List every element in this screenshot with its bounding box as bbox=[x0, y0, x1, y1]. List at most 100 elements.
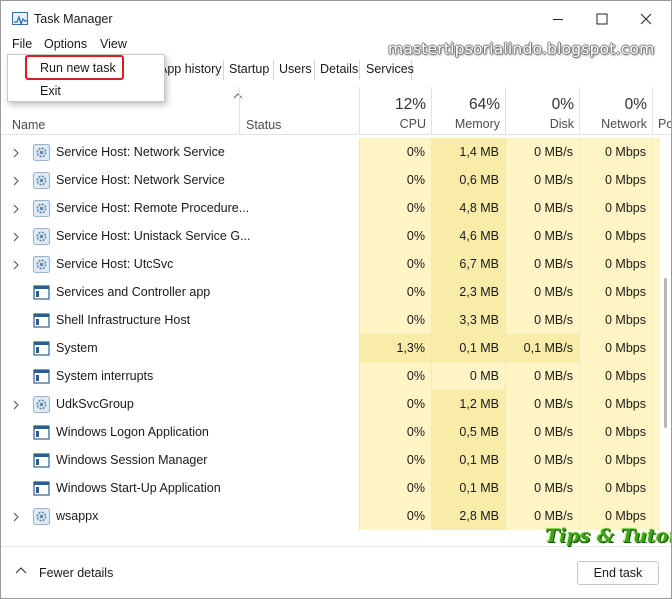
process-row[interactable]: Services and Controller app 0% 2,3 MB 0 MB/… bbox=[1, 278, 660, 306]
memory-cell: 0,1 MB bbox=[431, 446, 505, 474]
process-name: System interrupts bbox=[56, 369, 154, 383]
memory-cell: 6,7 MB bbox=[431, 250, 505, 278]
process-name: Service Host: UtcSvc bbox=[56, 257, 174, 271]
process-row[interactable]: Service Host: Network Service 0% 0,6 MB 0 M… bbox=[1, 166, 660, 194]
network-cell: 0 Mbps bbox=[579, 418, 652, 446]
network-cell: 0 Mbps bbox=[579, 166, 652, 194]
process-name: Services and Controller app bbox=[56, 285, 211, 299]
window-icon bbox=[33, 284, 50, 301]
tab-app-history[interactable]: App history bbox=[156, 60, 222, 80]
memory-cell: 0,5 MB bbox=[431, 418, 505, 446]
power-label: Po bbox=[658, 117, 671, 131]
disk-cell: 0 MB/s bbox=[505, 278, 579, 306]
chevron-right-icon[interactable] bbox=[13, 203, 19, 217]
disk-cell: 0 MB/s bbox=[505, 138, 579, 166]
memory-cell: 1,2 MB bbox=[431, 390, 505, 418]
process-row[interactable]: Windows Logon Application 0% 0,5 MB 0 MB/s 0… bbox=[1, 418, 660, 446]
process-row[interactable]: Service Host: Network Service 0% 1,4 MB 0 M… bbox=[1, 138, 660, 166]
menu-view[interactable]: View bbox=[100, 37, 127, 51]
vertical-scrollbar[interactable] bbox=[659, 138, 671, 531]
cpu-cell: 0% bbox=[359, 446, 431, 474]
gear-icon bbox=[33, 228, 50, 245]
process-name: Windows Session Manager bbox=[56, 453, 208, 467]
network-label: Network bbox=[601, 117, 647, 131]
chevron-right-icon[interactable] bbox=[13, 399, 19, 413]
process-row[interactable]: Shell Infrastructure Host 0% 3,3 MB 0 MB/s 0… bbox=[1, 306, 660, 334]
process-list: Service Host: Network Service 0% 1,4 MB 0 M… bbox=[1, 138, 671, 531]
process-row[interactable]: Windows Session Manager 0% 0,1 MB 0 MB/s 0 M… bbox=[1, 446, 660, 474]
cpu-cell: 0% bbox=[359, 222, 431, 250]
process-row[interactable]: Service Host: Remote Procedure... 0% 4,8 M… bbox=[1, 194, 660, 222]
cpu-cell: 0% bbox=[359, 362, 431, 390]
fewer-details-link[interactable]: Fewer details bbox=[39, 566, 113, 580]
tab-users[interactable]: Users bbox=[273, 60, 313, 80]
disk-cell: 0 MB/s bbox=[505, 250, 579, 278]
column-name[interactable]: Name bbox=[12, 118, 45, 132]
window-icon bbox=[33, 424, 50, 441]
network-cell: 0 Mbps bbox=[579, 278, 652, 306]
chevron-up-icon[interactable] bbox=[15, 566, 27, 574]
tab-details[interactable]: Details bbox=[314, 60, 358, 80]
end-task-button[interactable]: End task bbox=[577, 561, 659, 585]
network-cell: 0 Mbps bbox=[579, 194, 652, 222]
process-row[interactable]: Service Host: Unistack Service G... 0% 4,6… bbox=[1, 222, 660, 250]
memory-percent: 64% bbox=[468, 96, 500, 113]
column-status: Status bbox=[246, 118, 282, 132]
window-icon bbox=[33, 368, 50, 385]
network-cell: 0 Mbps bbox=[579, 306, 652, 334]
menu-options[interactable]: Options bbox=[44, 37, 87, 51]
window-icon bbox=[33, 340, 50, 357]
process-row[interactable]: Windows Start-Up Application 0% 0,1 MB 0 MB… bbox=[1, 474, 660, 502]
process-row[interactable]: Service Host: UtcSvc 0% 6,7 MB 0 MB/s 0 Mbps bbox=[1, 250, 660, 278]
network-cell: 0 Mbps bbox=[579, 138, 652, 166]
process-row[interactable]: System 1,3% 0,1 MB 0,1 MB/s 0 Mbps bbox=[1, 334, 660, 362]
cpu-cell: 0% bbox=[359, 390, 431, 418]
disk-cell: 0 MB/s bbox=[505, 222, 579, 250]
chevron-right-icon[interactable] bbox=[13, 231, 19, 245]
column-status-header[interactable]: Status bbox=[239, 87, 359, 135]
minimize-button[interactable] bbox=[535, 1, 579, 35]
memory-cell: 4,8 MB bbox=[431, 194, 505, 222]
cpu-cell: 0% bbox=[359, 306, 431, 334]
disk-cell: 0 MB/s bbox=[505, 474, 579, 502]
network-cell: 0 Mbps bbox=[579, 446, 652, 474]
cpu-cell: 0% bbox=[359, 502, 431, 530]
chevron-right-icon[interactable] bbox=[13, 147, 19, 161]
chevron-right-icon[interactable] bbox=[13, 511, 19, 525]
window-title: Task Manager bbox=[34, 12, 113, 26]
column-disk-header[interactable]: 0% Disk bbox=[505, 87, 579, 135]
memory-cell: 2,8 MB bbox=[431, 502, 505, 530]
exit-menu-item[interactable]: Exit bbox=[40, 84, 61, 98]
tab-startup[interactable]: Startup bbox=[223, 60, 272, 80]
network-cell: 0 Mbps bbox=[579, 222, 652, 250]
disk-cell: 0 MB/s bbox=[505, 306, 579, 334]
tab-services[interactable]: Services bbox=[359, 60, 414, 80]
disk-cell: 0 MB/s bbox=[505, 166, 579, 194]
column-memory-header[interactable]: 64% Memory bbox=[431, 87, 505, 135]
title-bar[interactable]: Task Manager bbox=[1, 1, 671, 35]
window-icon bbox=[33, 480, 50, 497]
process-row[interactable]: System interrupts 0% 0 MB 0 MB/s 0 Mbps bbox=[1, 362, 660, 390]
process-name: Windows Start-Up Application bbox=[56, 481, 221, 495]
memory-cell: 2,3 MB bbox=[431, 278, 505, 306]
chevron-right-icon[interactable] bbox=[13, 175, 19, 189]
disk-cell: 0 MB/s bbox=[505, 446, 579, 474]
disk-cell: 0 MB/s bbox=[505, 418, 579, 446]
column-power-header[interactable]: Po bbox=[652, 87, 671, 135]
maximize-icon bbox=[596, 13, 608, 25]
maximize-button[interactable] bbox=[579, 1, 623, 35]
close-icon bbox=[640, 13, 652, 25]
menu-file[interactable]: File bbox=[12, 37, 32, 51]
scrollbar-thumb[interactable] bbox=[664, 278, 667, 428]
close-button[interactable] bbox=[623, 1, 667, 35]
process-name: Service Host: Network Service bbox=[56, 173, 225, 187]
column-cpu-header[interactable]: 12% CPU bbox=[359, 87, 431, 135]
disk-percent: 0% bbox=[551, 96, 574, 113]
column-network-header[interactable]: 0% Network bbox=[579, 87, 652, 135]
network-cell: 0 Mbps bbox=[579, 334, 652, 362]
process-name: Windows Logon Application bbox=[56, 425, 209, 439]
process-row[interactable]: UdkSvcGroup 0% 1,2 MB 0 MB/s 0 Mbps bbox=[1, 390, 660, 418]
chevron-right-icon[interactable] bbox=[13, 259, 19, 273]
network-cell: 0 Mbps bbox=[579, 390, 652, 418]
process-name: Service Host: Unistack Service G... bbox=[56, 229, 251, 243]
